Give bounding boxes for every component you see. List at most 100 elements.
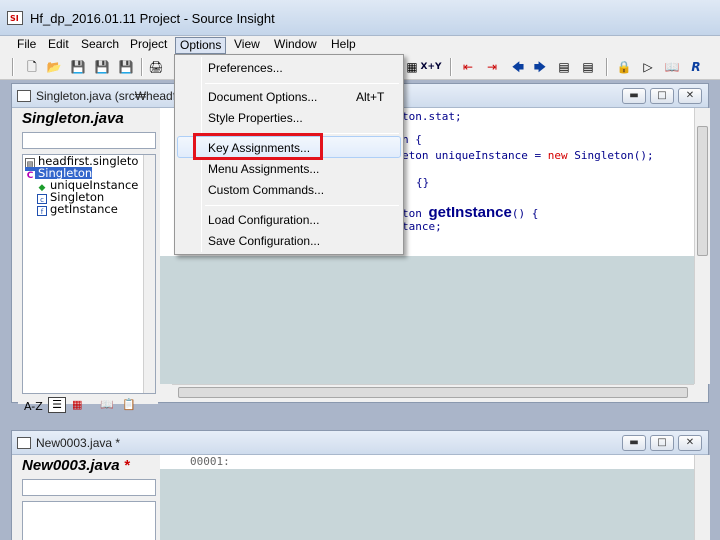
lock-icon[interactable]: 🔒 bbox=[616, 59, 632, 75]
open-folder-icon[interactable]: 📂 bbox=[46, 59, 62, 75]
new0003-document-window: New0003.java * ▬ □ ✕ New0003.java * 0000… bbox=[11, 430, 710, 540]
list-view-icon[interactable]: ☰ bbox=[48, 397, 66, 413]
menu-item-label: Preferences... bbox=[208, 61, 283, 75]
toolbar-separator bbox=[606, 58, 608, 76]
symbol-panel-title: New0003.java * bbox=[22, 457, 130, 474]
print-icon[interactable]: 🖨 bbox=[148, 59, 164, 75]
document-icon bbox=[17, 437, 31, 449]
book-icon[interactable]: 📖 bbox=[664, 59, 680, 75]
r-icon[interactable]: R bbox=[688, 59, 704, 75]
tree-item-method[interactable]: f getInstance bbox=[37, 202, 118, 216]
symbol-panel-title-text: New0003.java bbox=[22, 457, 120, 474]
menu-project[interactable]: Project bbox=[126, 37, 171, 54]
menu-item-style-properties[interactable]: Style Properties... bbox=[177, 107, 401, 129]
close-button[interactable]: ✕ bbox=[678, 435, 702, 451]
menu-item-custom-commands[interactable]: Custom Commands... bbox=[177, 179, 401, 201]
save-icon[interactable]: 💾 bbox=[70, 59, 86, 75]
menu-help[interactable]: Help bbox=[327, 37, 360, 54]
editor-vertical-scrollbar[interactable] bbox=[694, 108, 710, 384]
menu-edit[interactable]: Edit bbox=[44, 37, 73, 54]
line-number: 00001: bbox=[190, 455, 230, 468]
close-button[interactable]: ✕ bbox=[678, 88, 702, 104]
maximize-button[interactable]: □ bbox=[650, 88, 674, 104]
symbol-panel: Singleton.java ▤ headfirst.singleto C Sing… bbox=[18, 108, 158, 413]
document-title-bar[interactable]: New0003.java * ▬ □ ✕ bbox=[12, 431, 708, 455]
toolbar-separator bbox=[141, 58, 143, 76]
forward-arrow-icon[interactable]: 🡆 bbox=[532, 59, 548, 75]
window-title-bar: SI Hf_dp_2016.01.11 Project - Source Ins… bbox=[0, 0, 720, 36]
function-name: getInstance bbox=[428, 204, 512, 221]
menu-item-label: Menu Assignments... bbox=[208, 162, 320, 176]
menu-separator bbox=[205, 83, 399, 84]
menu-item-shortcut: Alt+T bbox=[356, 90, 385, 104]
menu-separator bbox=[205, 205, 399, 206]
menu-item-label: Load Configuration... bbox=[208, 213, 320, 227]
symbol-search-input[interactable] bbox=[22, 479, 156, 496]
symbol-tree[interactable]: ▤ headfirst.singleto C Singleton ◆ uniqueIn… bbox=[22, 154, 156, 394]
menu-options[interactable]: Options bbox=[175, 37, 227, 54]
tree-item-label: getInstance bbox=[50, 202, 118, 216]
menu-item-preferences[interactable]: Preferences... bbox=[177, 57, 401, 79]
bookmark-next-icon[interactable]: ⇥ bbox=[484, 59, 500, 75]
minimize-button[interactable]: ▬ bbox=[622, 435, 646, 451]
menu-item-label: Document Options... bbox=[208, 90, 318, 104]
window-list-icon[interactable]: ▤ bbox=[556, 59, 572, 75]
code-text: Singleton(); bbox=[567, 149, 654, 162]
menu-item-load-configuration[interactable]: Load Configuration... bbox=[177, 209, 401, 231]
category-icon[interactable]: ▦ bbox=[72, 398, 82, 411]
lookup-icon[interactable]: ▷ bbox=[640, 59, 656, 75]
empty-editor-area bbox=[160, 469, 694, 540]
toolbar-separator bbox=[450, 58, 452, 76]
new-file-icon[interactable]: 🗋 bbox=[24, 59, 40, 75]
code-text: ton bbox=[402, 207, 429, 220]
editor-horizontal-scrollbar[interactable] bbox=[172, 384, 694, 400]
symbol-tree[interactable] bbox=[22, 501, 156, 540]
minimize-button[interactable]: ▬ bbox=[622, 88, 646, 104]
menu-view[interactable]: View bbox=[230, 37, 264, 54]
back-arrow-icon[interactable]: 🡄 bbox=[510, 59, 526, 75]
properties-icon[interactable]: 📋 bbox=[122, 398, 136, 411]
menu-item-label: Save Configuration... bbox=[208, 234, 321, 248]
app-icon: SI bbox=[7, 11, 23, 25]
editor-vertical-scrollbar[interactable] bbox=[694, 455, 710, 540]
bookmark-prev-icon[interactable]: ⇤ bbox=[460, 59, 476, 75]
window-title: Hf_dp_2016.01.11 Project - Source Insigh… bbox=[30, 11, 275, 26]
menu-window[interactable]: Window bbox=[270, 37, 321, 54]
document-title: Singleton.java (src₩headf bbox=[36, 89, 177, 103]
symbol-panel-title: Singleton.java bbox=[22, 110, 124, 127]
close-file-icon[interactable]: 💾 bbox=[118, 59, 134, 75]
symbol-window-icon[interactable]: ▤ bbox=[580, 59, 596, 75]
menu-item-menu-assignments[interactable]: Menu Assignments... bbox=[177, 158, 401, 180]
keyword-new: new bbox=[547, 149, 568, 162]
menu-item-label: Custom Commands... bbox=[208, 183, 325, 197]
menu-item-save-configuration[interactable]: Save Configuration... bbox=[177, 230, 401, 252]
code-text: eton uniqueInstance = bbox=[402, 149, 548, 162]
menu-file[interactable]: File bbox=[13, 37, 40, 54]
code-editor[interactable]: 00001: bbox=[160, 455, 694, 469]
scroll-thumb[interactable] bbox=[178, 387, 688, 398]
code-line: eton uniqueInstance = new Singleton(); bbox=[402, 149, 654, 162]
scroll-thumb[interactable] bbox=[697, 126, 708, 256]
symbol-search-input[interactable] bbox=[22, 132, 156, 149]
menu-search[interactable]: Search bbox=[77, 37, 123, 54]
code-line: tance; bbox=[402, 220, 442, 233]
menu-item-document-options[interactable]: Document Options... Alt+T bbox=[177, 86, 401, 108]
save-all-icon[interactable]: 💾 bbox=[94, 59, 110, 75]
code-line: {} bbox=[416, 176, 430, 189]
jump-xy-icon[interactable]: X+Y bbox=[420, 59, 442, 75]
sort-az-button[interactable]: A-Z bbox=[24, 400, 43, 413]
code-text: () { bbox=[511, 207, 539, 220]
highlight-annotation-box bbox=[193, 133, 323, 160]
toolbar-icon[interactable]: ▦ bbox=[404, 59, 420, 75]
symbol-panel: New0003.java * bbox=[18, 455, 158, 540]
empty-editor-area bbox=[160, 256, 694, 384]
tree-scrollbar[interactable] bbox=[143, 155, 155, 393]
document-icon bbox=[17, 90, 31, 102]
maximize-button[interactable]: □ bbox=[650, 435, 674, 451]
book-icon[interactable]: 📖 bbox=[100, 398, 114, 411]
code-line: ton getInstance() { bbox=[402, 204, 538, 221]
code-line: ton.stat; bbox=[402, 110, 462, 123]
menu-bar: File Edit Search Project Options View Wi… bbox=[0, 36, 720, 54]
menu-item-label: Style Properties... bbox=[208, 111, 303, 125]
toolbar-grip bbox=[12, 58, 14, 76]
